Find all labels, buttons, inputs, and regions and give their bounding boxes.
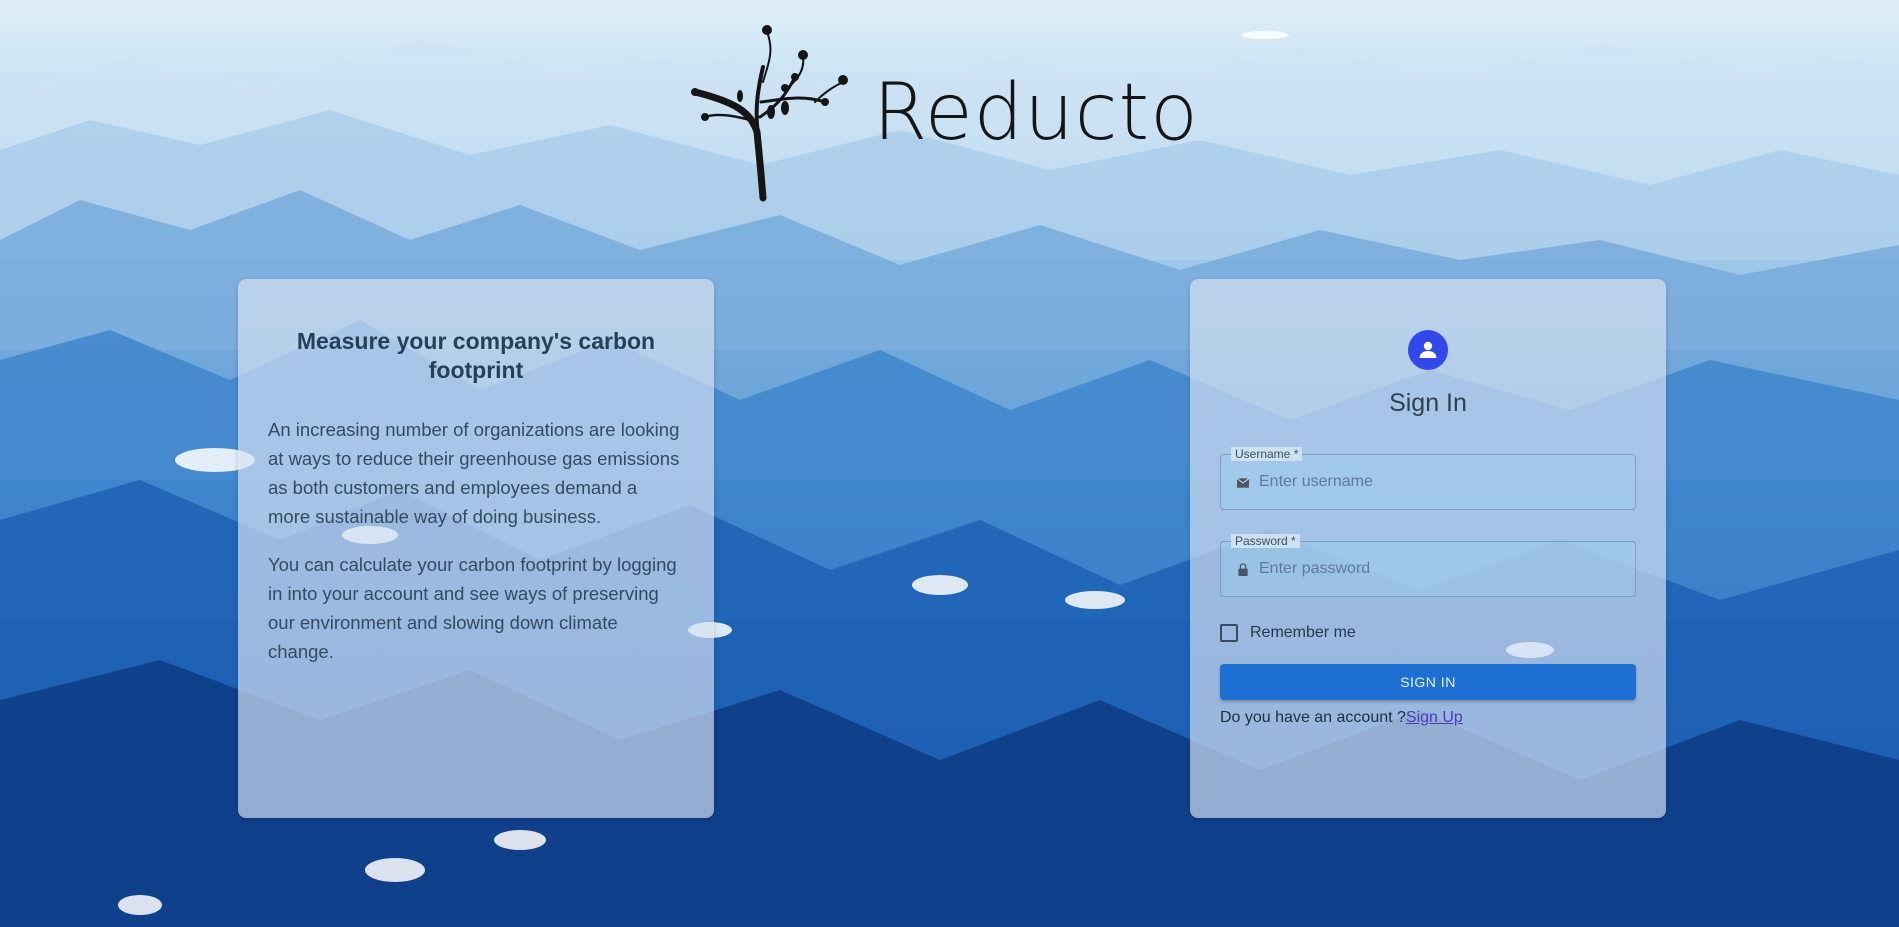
login-card: Sign In Username * Password * Remember m…: [1190, 279, 1666, 818]
tree-icon: [691, 25, 848, 202]
sign-in-button[interactable]: SIGN IN: [1220, 664, 1636, 700]
mail-icon: [1236, 477, 1250, 488]
lock-icon: [1238, 563, 1248, 576]
info-paragraph: An increasing number of organizations ar…: [268, 419, 680, 527]
username-input[interactable]: [1259, 455, 1629, 509]
remember-checkbox[interactable]: [1220, 624, 1238, 642]
brand-name: Reducto: [873, 68, 1199, 158]
remember-me[interactable]: Remember me: [1220, 624, 1356, 642]
brand-logo: Reducto: [685, 22, 1205, 202]
signin-title: Sign In: [1389, 389, 1467, 417]
signup-row: Do you have an account ?Sign Up: [1220, 709, 1463, 727]
remember-label: Remember me: [1250, 624, 1356, 641]
username-field[interactable]: Username *: [1220, 447, 1636, 510]
info-paragraph: You can calculate your carbon footprint …: [268, 554, 677, 662]
info-title: Measure your company's carbon footprint: [296, 328, 656, 383]
info-card: Measure your company's carbon footprint …: [238, 279, 714, 818]
person-icon: [1408, 330, 1448, 370]
signup-link[interactable]: Sign Up: [1406, 709, 1463, 726]
password-input[interactable]: [1259, 542, 1629, 596]
password-field[interactable]: Password *: [1220, 534, 1636, 597]
signup-prompt: Do you have an account ?: [1220, 709, 1406, 726]
